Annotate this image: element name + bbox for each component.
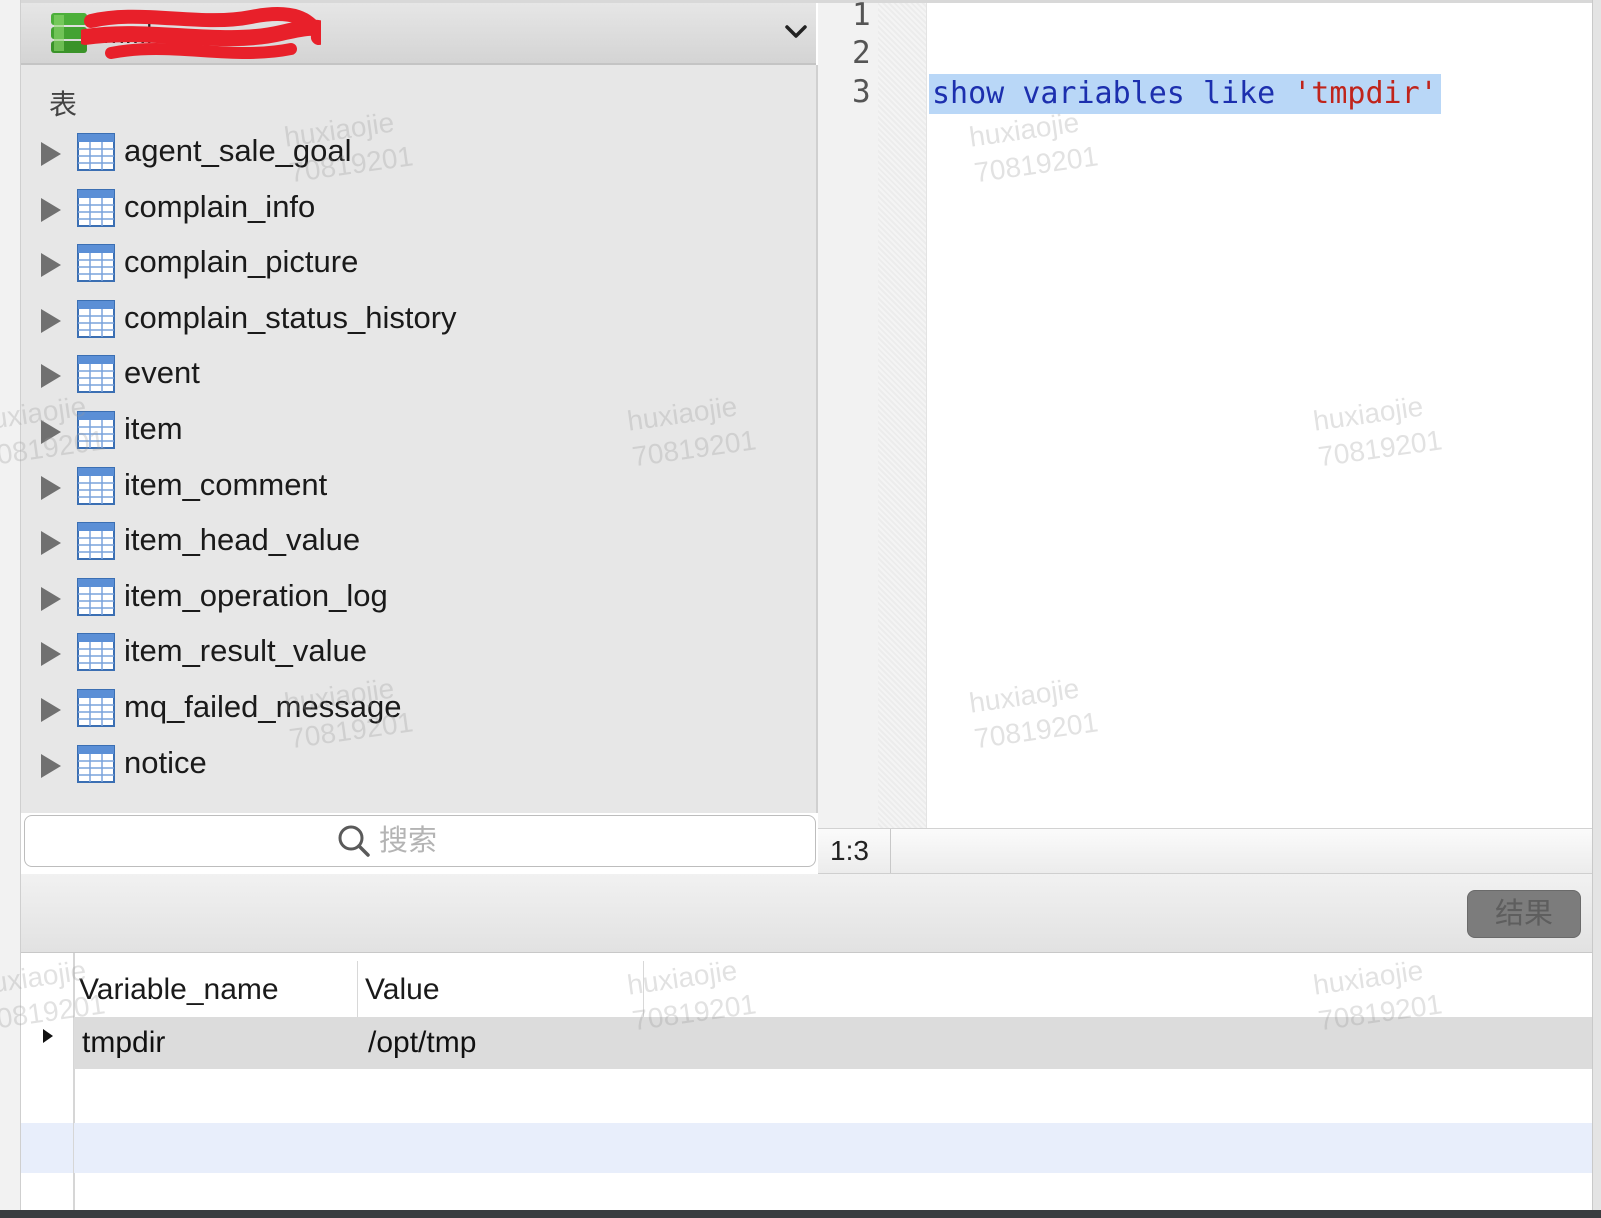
expand-arrow-icon[interactable] [41,420,61,444]
table-icon [77,244,115,283]
table-icon [77,411,115,449]
table-name-label: item [124,411,183,446]
table-name-label: item_comment [124,466,328,502]
table-icon [77,466,115,505]
window-left-edge [0,0,21,1218]
table-icon [77,522,115,561]
table-icon [77,633,115,672]
expand-arrow-icon[interactable] [41,753,61,778]
cursor-position: 1:3 [830,835,869,866]
table-tree-item[interactable]: event [21,347,816,403]
table-tree-item[interactable]: item [21,403,816,459]
results-toolbar: 结果 [21,874,1592,953]
sql-editor[interactable] [927,3,1592,828]
current-row-marker-icon [43,1029,53,1043]
table-tree-item[interactable]: item_operation_log [21,570,816,626]
table-tree-item[interactable]: item_comment [21,459,816,515]
table-tree-item[interactable]: complain_status_history [21,292,816,348]
table-tree-sidebar: 表 agent_sale_goal complain_info complain_p… [21,65,818,813]
search-icon [338,825,370,857]
table-tree-item[interactable]: complain_picture [21,236,816,292]
table-name-label: agent_sale_goal [124,133,352,168]
sql-code-line-selected[interactable]: show variables like 'tmpdir' [929,74,1441,114]
column-header-variable-name[interactable]: Variable_name [79,973,279,1007]
redaction-scribble [81,7,321,59]
table-name-label: mq_failed_message [124,689,402,724]
gutter-fold-area [878,3,926,828]
table-row[interactable]: tmpdir /opt/tmp [74,1017,1592,1069]
search-input[interactable] [377,820,681,862]
empty-row-header [21,1123,73,1173]
table-search-box[interactable] [24,815,816,867]
chevron-down-icon[interactable] [781,17,811,47]
table-name-label: item_operation_log [124,577,388,613]
results-grid: Variable_name Value tmpdir /opt/tmp [21,953,1592,1210]
cell-value[interactable]: /opt/tmp [368,1026,476,1060]
table-icon [77,577,115,616]
expand-arrow-icon[interactable] [41,364,61,389]
expand-arrow-icon[interactable] [41,197,61,222]
cell-variable-name[interactable]: tmpdir [82,1026,165,1060]
table-name-label: item_result_value [124,633,367,669]
table-name-label: item_head_value [124,522,361,558]
tables-section-label: 表 [49,89,78,120]
line-number: 3 [852,74,871,110]
sql-keyword: variables [1022,76,1185,111]
status-divider [890,829,891,873]
results-tab-button[interactable]: 结果 [1467,890,1581,938]
table-icon [77,744,115,783]
table-tree-item[interactable]: complain_info [21,181,816,237]
sql-keyword: like [1202,76,1276,111]
expand-arrow-icon[interactable] [41,253,61,278]
table-tree-item[interactable]: item_result_value [21,625,816,681]
column-divider[interactable] [643,961,644,1019]
empty-row [74,1123,1592,1173]
expand-arrow-icon[interactable] [41,586,61,611]
editor-status-bar: 1:3 [818,828,1592,874]
table-name-label: complain_picture [124,244,359,280]
table-name-label: event [124,355,200,391]
expand-arrow-icon[interactable] [41,642,61,667]
database-selector[interactable]: m...k [21,3,816,65]
expand-arrow-icon[interactable] [41,698,61,722]
expand-arrow-icon[interactable] [41,308,61,333]
table-icon [77,689,115,727]
table-tree-item[interactable]: mq_failed_message [21,681,816,737]
line-number: 2 [852,35,871,71]
line-number: 1 [852,0,871,33]
table-tree-item[interactable]: agent_sale_goal [21,125,816,181]
table-name-label: complain_info [124,188,316,224]
expand-arrow-icon[interactable] [41,142,61,166]
window-right-edge [1592,0,1601,1218]
expand-arrow-icon[interactable] [41,531,61,556]
window-bottom-bar [0,1210,1601,1218]
table-name-label: notice [124,744,207,780]
table-name-label: complain_status_history [124,299,457,335]
column-divider[interactable] [357,961,358,1019]
sql-string: 'tmpdir' [1293,76,1438,111]
column-header-value[interactable]: Value [365,973,440,1007]
expand-arrow-icon[interactable] [41,475,61,500]
table-icon [77,299,115,338]
table-icon [77,188,115,227]
sql-keyword: show [932,76,1005,111]
table-icon [77,355,115,394]
table-tree-item[interactable]: notice [21,737,816,793]
table-icon [77,133,115,171]
table-tree-item[interactable]: item_head_value [21,514,816,570]
